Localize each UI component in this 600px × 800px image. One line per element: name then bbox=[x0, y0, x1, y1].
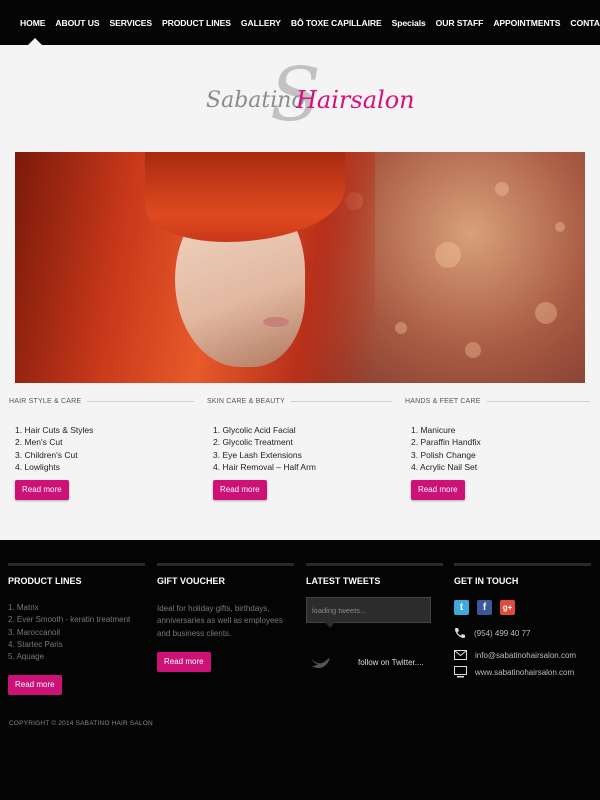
read-more-button[interactable]: Read more bbox=[213, 480, 267, 500]
nav-specials[interactable]: Specials bbox=[387, 18, 431, 28]
divider bbox=[486, 401, 590, 402]
list-item: 2. Glycolic Treatment bbox=[213, 437, 293, 448]
twitter-icon[interactable]: t bbox=[454, 600, 469, 615]
list-item: 2. Paraffin Handfix bbox=[411, 437, 481, 448]
list-item: 4. Lowlights bbox=[15, 461, 60, 472]
logo-text-sabatino: Sabatino bbox=[206, 88, 305, 113]
social-links: t f g+ bbox=[454, 600, 591, 615]
nav-about-us[interactable]: ABOUT US bbox=[50, 18, 104, 28]
service-heading: SKIN CARE & BEAUTY bbox=[207, 398, 285, 405]
email-link[interactable]: info@sabatinohairsalon.com bbox=[475, 651, 576, 660]
footer-heading: GIFT VOUCHER bbox=[157, 576, 226, 586]
top-navigation: HOME ABOUT US SERVICES PRODUCT LINES GAL… bbox=[0, 0, 600, 45]
active-nav-indicator bbox=[28, 38, 42, 45]
product-list: 1. Matrix 2. Ever Smooth - keratin treat… bbox=[8, 602, 145, 663]
facebook-icon[interactable]: f bbox=[477, 600, 492, 615]
nav-appointments[interactable]: APPOINTMENTS bbox=[488, 18, 565, 28]
footer-product-lines: PRODUCT LINES 1. Matrix 2. Ever Smooth -… bbox=[8, 563, 145, 696]
nav-product-lines[interactable]: PRODUCT LINES bbox=[157, 18, 236, 28]
read-more-button[interactable]: Read more bbox=[157, 651, 211, 672]
service-list: 1. Manicure 2. Paraffin Handfix 3. Polis… bbox=[405, 424, 590, 473]
footer-latest-tweets: LATEST TWEETS loading tweets... follow o… bbox=[306, 563, 443, 669]
footer-gift-voucher: GIFT VOUCHER Ideal for holiday gifts, bi… bbox=[157, 563, 294, 672]
service-list: 1. Hair Cuts & Styles 2. Men's Cut 3. Ch… bbox=[9, 424, 194, 473]
list-item: 3. Children's Cut bbox=[15, 449, 78, 460]
nav-home[interactable]: HOME bbox=[15, 18, 50, 28]
list-item: 1. Hair Cuts & Styles bbox=[15, 425, 94, 435]
divider bbox=[157, 563, 294, 566]
envelope-icon bbox=[454, 650, 467, 660]
site-logo[interactable]: S Sabatino Hairsalon bbox=[200, 52, 415, 138]
list-item: 4. Startec Paris bbox=[8, 639, 63, 649]
list-item: 5. Aquage bbox=[8, 652, 45, 662]
service-column-hands-feet: HANDS & FEET CARE 1. Manicure 2. Paraffi… bbox=[405, 398, 590, 500]
service-heading: HANDS & FEET CARE bbox=[405, 398, 481, 405]
copyright-text: COPYRIGHT © 2014 SABATINO HAIR SALON bbox=[9, 720, 153, 727]
divider bbox=[8, 563, 145, 566]
phone-row: (954) 499 40 77 bbox=[454, 627, 591, 639]
email-row: info@sabatinohairsalon.com bbox=[454, 650, 591, 660]
list-item: 1. Matrix bbox=[8, 603, 39, 612]
monitor-icon bbox=[454, 666, 467, 678]
service-column-hair: HAIR STYLE & CARE 1. Hair Cuts & Styles … bbox=[9, 398, 194, 500]
list-item: 2. Ever Smooth - keratin treatment bbox=[8, 615, 131, 625]
google-plus-icon[interactable]: g+ bbox=[500, 600, 515, 615]
footer: PRODUCT LINES 1. Matrix 2. Ever Smooth -… bbox=[0, 540, 600, 800]
list-item: 1. Glycolic Acid Facial bbox=[213, 425, 296, 435]
footer-heading: LATEST TWEETS bbox=[306, 576, 381, 586]
nav-contact-us[interactable]: CONTACT US bbox=[565, 18, 600, 28]
phone-number: (954) 499 40 77 bbox=[474, 628, 531, 638]
divider bbox=[454, 563, 591, 566]
tweet-feed: loading tweets... bbox=[306, 597, 431, 628]
footer-heading: PRODUCT LINES bbox=[8, 576, 82, 586]
follow-on-twitter-link[interactable]: follow on Twitter.... bbox=[358, 658, 424, 667]
divider bbox=[306, 563, 443, 566]
nav-botoxe-capillaire[interactable]: BÔ TOXE CAPILLAIRE bbox=[286, 18, 387, 28]
footer-heading: GET IN TOUCH bbox=[454, 576, 519, 586]
nav-gallery[interactable]: GALLERY bbox=[236, 18, 286, 28]
read-more-button[interactable]: Read more bbox=[15, 480, 69, 500]
service-column-skin: SKIN CARE & BEAUTY 1. Glycolic Acid Faci… bbox=[207, 398, 392, 500]
read-more-button[interactable]: Read more bbox=[411, 480, 465, 500]
service-heading: HAIR STYLE & CARE bbox=[9, 398, 82, 405]
nav-our-staff[interactable]: OUR STAFF bbox=[431, 18, 489, 28]
gift-voucher-text: Ideal for holiday gifts, birthdays, anni… bbox=[157, 604, 283, 638]
divider bbox=[290, 401, 392, 402]
website-row: www.sabatinohairsalon.com bbox=[454, 666, 591, 678]
list-item: 2. Men's Cut bbox=[15, 437, 63, 448]
list-item: 3. Polish Change bbox=[411, 449, 476, 460]
logo-text-hairsalon: Hairsalon bbox=[296, 86, 415, 114]
website-link[interactable]: www.sabatinohairsalon.com bbox=[475, 668, 574, 677]
hero-banner-image bbox=[15, 152, 585, 383]
phone-icon bbox=[455, 628, 465, 638]
footer-get-in-touch: GET IN TOUCH t f g+ (954) 499 40 77 info… bbox=[454, 563, 591, 678]
list-item: 4. Hair Removal – Half Arm bbox=[213, 461, 316, 472]
list-item: 3. Eye Lash Extensions bbox=[213, 449, 302, 460]
nav-services[interactable]: SERVICES bbox=[104, 18, 157, 28]
divider bbox=[87, 401, 194, 402]
list-item: 4. Acrylic Nail Set bbox=[411, 461, 478, 472]
list-item: 3. Maroccanoil bbox=[8, 627, 61, 637]
service-list: 1. Glycolic Acid Facial 2. Glycolic Trea… bbox=[207, 424, 392, 473]
list-item: 1. Manicure bbox=[411, 425, 456, 435]
twitter-bird-icon bbox=[312, 658, 330, 669]
read-more-button[interactable]: Read more bbox=[8, 675, 62, 696]
